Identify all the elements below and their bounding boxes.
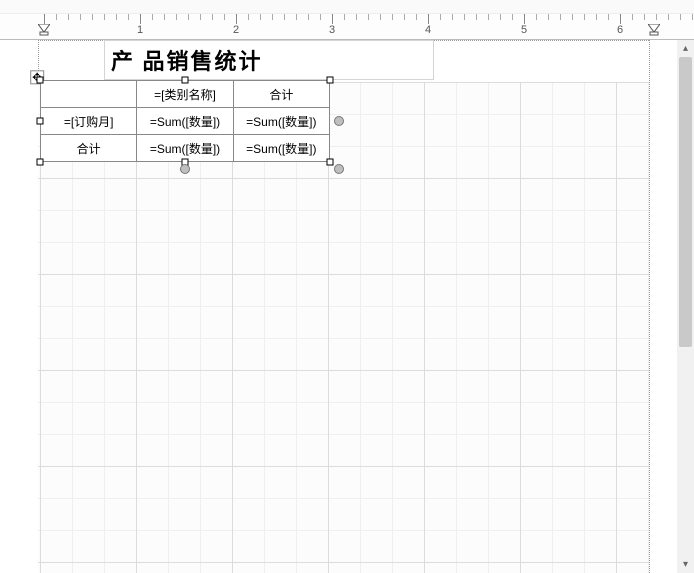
- ruler-tick: [116, 14, 117, 20]
- ruler-tick: [236, 14, 237, 24]
- ruler-tick: [692, 14, 693, 20]
- ruler-tick: [500, 14, 501, 20]
- ruler-label: 2: [233, 24, 239, 36]
- ruler-tick: [188, 14, 189, 20]
- cell-col-grand[interactable]: =Sum([数量]): [137, 135, 233, 162]
- ruler-tick: [92, 14, 93, 20]
- chevron-down-icon: ▾: [683, 559, 688, 570]
- ruler-tick: [596, 14, 597, 20]
- ruler-tick: [404, 14, 405, 20]
- ruler-tick: [368, 14, 369, 20]
- ruler-tick: [380, 14, 381, 20]
- table-row[interactable]: 合计 =Sum([数量]) =Sum([数量]): [41, 135, 330, 162]
- resize-handle-ne[interactable]: [327, 77, 334, 84]
- right-margin-marker[interactable]: [648, 24, 660, 36]
- cell-col-total[interactable]: 合计: [233, 81, 329, 108]
- ruler-label: 4: [425, 24, 431, 36]
- add-column-icon[interactable]: [334, 116, 344, 126]
- ruler-tick: [356, 14, 357, 20]
- left-margin-marker[interactable]: [38, 24, 50, 36]
- ruler-tick: [56, 14, 57, 20]
- scroll-up-button[interactable]: ▴: [677, 40, 694, 57]
- resize-handle-nw[interactable]: [37, 77, 44, 84]
- resize-handle-sw[interactable]: [37, 159, 44, 166]
- table-row[interactable]: =[订购月] =Sum([数量]) =Sum([数量]): [41, 108, 330, 135]
- ruler-label: 6: [617, 24, 623, 36]
- ruler-tick: [152, 14, 153, 20]
- ruler-tick: [536, 14, 537, 20]
- ruler-tick: [284, 14, 285, 20]
- ruler-tick: [512, 14, 513, 20]
- ruler-tick: [128, 14, 129, 20]
- ruler-tick: [44, 14, 45, 24]
- cell-corner[interactable]: [41, 81, 137, 108]
- ruler-label: 3: [329, 24, 335, 36]
- ruler-tick: [140, 14, 141, 24]
- cell-row-total[interactable]: =Sum([数量]): [233, 108, 329, 135]
- ruler-label: 1: [137, 24, 143, 36]
- scroll-down-button[interactable]: ▾: [677, 556, 694, 573]
- ruler-tick: [80, 14, 81, 20]
- ruler-tick: [320, 14, 321, 20]
- page-right-boundary: [649, 40, 650, 573]
- ruler-tick: [308, 14, 309, 20]
- ruler-label: 5: [521, 24, 527, 36]
- ruler-tick: [620, 14, 621, 24]
- horizontal-ruler[interactable]: 1234567: [0, 14, 694, 40]
- ruler-tick: [488, 14, 489, 20]
- ruler-tick: [332, 14, 333, 24]
- ruler-tick: [584, 14, 585, 20]
- cell-grand-total[interactable]: =Sum([数量]): [233, 135, 329, 162]
- resize-handle-w[interactable]: [37, 118, 44, 125]
- ruler-tick: [296, 14, 297, 20]
- ruler-tick: [440, 14, 441, 20]
- toolbar-strip: [0, 0, 694, 14]
- add-row-icon[interactable]: [180, 164, 190, 174]
- vertical-scrollbar[interactable]: ▴ ▾: [677, 40, 694, 573]
- scrollbar-track[interactable]: [677, 57, 694, 556]
- ruler-tick: [164, 14, 165, 20]
- ruler-tick: [224, 14, 225, 20]
- ruler-tick: [644, 14, 645, 20]
- ruler-tick: [608, 14, 609, 20]
- ruler-tick: [524, 14, 525, 24]
- ruler-tick: [668, 14, 669, 20]
- report-title-label[interactable]: 产 品销售统计: [104, 40, 434, 80]
- ruler-tick: [548, 14, 549, 20]
- ruler-tick: [272, 14, 273, 20]
- chevron-up-icon: ▴: [683, 43, 688, 54]
- ruler-tick: [248, 14, 249, 20]
- ruler-tick: [104, 14, 105, 20]
- ruler-tick: [464, 14, 465, 20]
- ruler-tick: [260, 14, 261, 20]
- tablix-control[interactable]: =[类别名称] 合计 =[订购月] =Sum([数量]) =Sum([数量]) …: [40, 80, 330, 162]
- ruler-tick: [176, 14, 177, 20]
- scrollbar-thumb[interactable]: [679, 57, 692, 347]
- ruler-tick: [680, 14, 681, 20]
- ruler-tick: [632, 14, 633, 20]
- ruler-tick: [416, 14, 417, 20]
- ruler-tick: [212, 14, 213, 20]
- ruler-tick: [452, 14, 453, 20]
- add-corner-icon[interactable]: [334, 164, 344, 174]
- ruler-tick: [428, 14, 429, 24]
- design-surface[interactable]: 产 品销售统计 ✥ =[类别名称] 合计 =[订购月] =Sum([数量]) =…: [0, 40, 694, 573]
- ruler-tick: [560, 14, 561, 20]
- ruler-tick: [476, 14, 477, 20]
- tablix-grid[interactable]: =[类别名称] 合计 =[订购月] =Sum([数量]) =Sum([数量]) …: [40, 80, 330, 162]
- resize-handle-n[interactable]: [182, 77, 189, 84]
- ruler-tick: [344, 14, 345, 20]
- ruler-tick: [572, 14, 573, 20]
- ruler-tick: [656, 14, 657, 20]
- ruler-tick: [200, 14, 201, 20]
- cell-row-header[interactable]: =[订购月]: [41, 108, 137, 135]
- ruler-tick: [68, 14, 69, 20]
- resize-handle-se[interactable]: [327, 159, 334, 166]
- cell-col-header[interactable]: =[类别名称]: [137, 81, 233, 108]
- table-row[interactable]: =[类别名称] 合计: [41, 81, 330, 108]
- ruler-tick: [392, 14, 393, 20]
- cell-grand-row[interactable]: 合计: [41, 135, 137, 162]
- cell-detail[interactable]: =Sum([数量]): [137, 108, 233, 135]
